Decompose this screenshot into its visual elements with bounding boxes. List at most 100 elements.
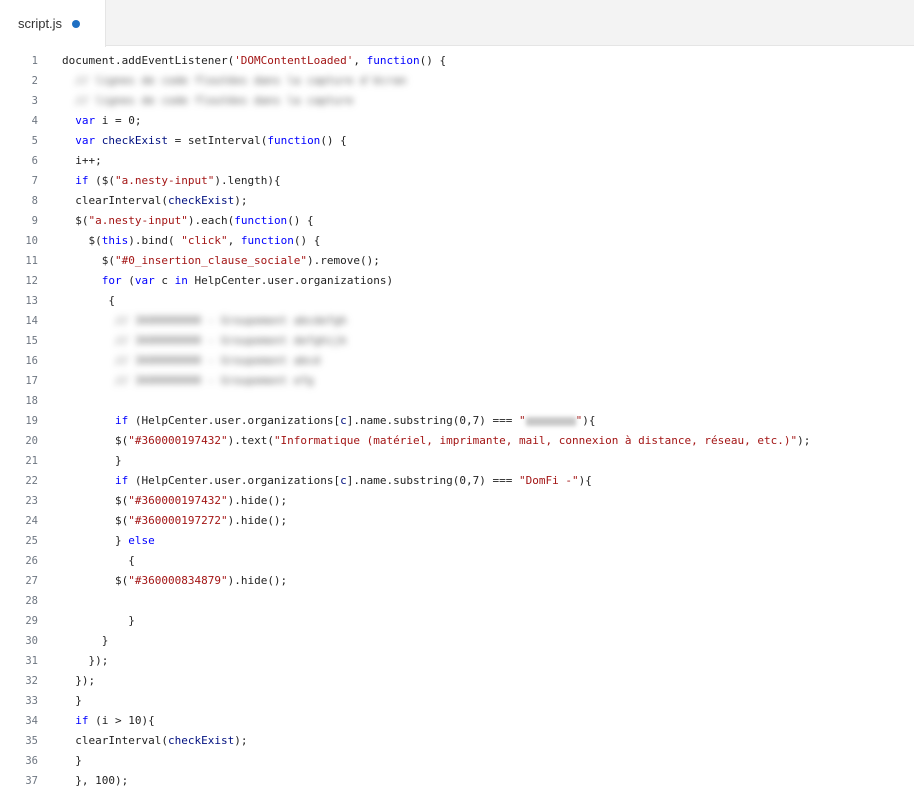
code-token: i = 0;	[95, 114, 142, 127]
code-text: i++;	[62, 151, 102, 171]
code-text: }	[62, 751, 82, 771]
code-token: function	[240, 234, 294, 247]
code-text: // lignes de code floutées dans la captu…	[62, 91, 353, 111]
line-number: 11	[25, 255, 38, 267]
line-number: 26	[25, 555, 38, 567]
code-text: // 3600000000 - Groupement defghijk	[62, 331, 347, 351]
code-line[interactable]: 22 if (HelpCenter.user.organizations[c].…	[0, 471, 914, 491]
code-line[interactable]: 21 }	[0, 451, 914, 471]
code-token: ].name.substring(0,7) ===	[346, 474, 519, 487]
code-token: $(	[62, 514, 129, 527]
line-number: 6	[31, 155, 38, 167]
code-line[interactable]: 17 // 3600000000 - Groupement efg	[0, 371, 914, 391]
code-line[interactable]: 13 {	[0, 291, 914, 311]
code-token: ).each(	[187, 214, 235, 227]
line-number: 22	[25, 475, 38, 487]
line-number: 28	[25, 595, 38, 607]
code-line[interactable]: 12 for (var c in HelpCenter.user.organiz…	[0, 271, 914, 291]
code-line[interactable]: 8 clearInterval(checkExist);	[0, 191, 914, 211]
code-token: "	[518, 414, 526, 427]
code-token: ).hide();	[227, 574, 288, 587]
code-token: ).remove();	[307, 254, 380, 267]
code-line[interactable]: 1 document.addEventListener('DOMContentLo…	[0, 51, 914, 71]
code-line[interactable]: 29 }	[0, 611, 914, 631]
code-line[interactable]: 16 // 3600000000 - Groupement abcd	[0, 351, 914, 371]
code-token: () {	[320, 134, 347, 147]
code-line[interactable]: 23 $("#360000197432").hide();	[0, 491, 914, 511]
code-line[interactable]: 15 // 3600000000 - Groupement defghijk	[0, 331, 914, 351]
code-text: $("a.nesty-input").each(function() {	[62, 211, 314, 231]
code-text: var checkExist = setInterval(function() …	[62, 131, 347, 151]
code-line[interactable]: 30 }	[0, 631, 914, 651]
code-text: }, 100);	[62, 771, 128, 791]
code-token: if	[114, 414, 129, 427]
code-text: $("#360000197432").hide();	[62, 491, 287, 511]
code-token: "#360000197432"	[128, 434, 228, 447]
code-line[interactable]: 3 // lignes de code floutées dans la cap…	[0, 91, 914, 111]
code-line[interactable]: 32 });	[0, 671, 914, 691]
code-line[interactable]: 20 $("#360000197432").text("Informatique…	[0, 431, 914, 451]
code-line[interactable]: 34 if (i > 10){	[0, 711, 914, 731]
code-line[interactable]: 18	[0, 391, 914, 411]
code-text: for (var c in HelpCenter.user.organizati…	[62, 271, 393, 291]
code-text: if (HelpCenter.user.organizations[c].nam…	[62, 411, 595, 431]
code-line[interactable]: 31 });	[0, 651, 914, 671]
code-text: $("#360000197432").text("Informatique (m…	[62, 431, 810, 451]
code-token: ).bind(	[128, 234, 182, 247]
code-token: for	[101, 274, 122, 287]
code-line[interactable]: 14 // 3600000000 - Groupement abcdefgh	[0, 311, 914, 331]
code-line[interactable]: 36 }	[0, 751, 914, 771]
code-token: () {	[287, 214, 314, 227]
code-line[interactable]: 37 }, 100);	[0, 771, 914, 791]
code-line[interactable]: 26 {	[0, 551, 914, 571]
code-line[interactable]: 28	[0, 591, 914, 611]
code-text: }	[62, 691, 82, 711]
code-line[interactable]: 4 var i = 0;	[0, 111, 914, 131]
code-text: clearInterval(checkExist);	[62, 191, 247, 211]
code-token: function	[267, 134, 321, 147]
code-editor[interactable]: 1 document.addEventListener('DOMContentLo…	[0, 51, 914, 794]
code-line[interactable]: 27 $("#360000834879").hide();	[0, 571, 914, 591]
line-number: 21	[25, 455, 38, 467]
code-token: var	[75, 114, 96, 127]
code-line[interactable]: 11 $("#0_insertion_clause_sociale").remo…	[0, 251, 914, 271]
code-token: );	[234, 194, 248, 207]
code-line[interactable]: 7 if ($("a.nesty-input").length){	[0, 171, 914, 191]
code-token: (	[121, 274, 135, 287]
code-token: var	[134, 274, 155, 287]
code-token: checkExist	[167, 734, 235, 747]
code-token: "DomFi -"	[518, 474, 579, 487]
code-text: $(this).bind( "click", function() {	[62, 231, 320, 251]
line-number: 37	[25, 775, 38, 787]
code-line[interactable]: 35 clearInterval(checkExist);	[0, 731, 914, 751]
code-line[interactable]: 25 } else	[0, 531, 914, 551]
code-token: ,	[353, 54, 367, 67]
code-line[interactable]: 6 i++;	[0, 151, 914, 171]
code-line[interactable]: 2 // lignes de code floutées dans la cap…	[0, 71, 914, 91]
code-token: document.addEventListener(	[62, 54, 235, 67]
code-text: if (HelpCenter.user.organizations[c].nam…	[62, 471, 592, 491]
code-token: );	[234, 734, 248, 747]
code-line[interactable]: 33 }	[0, 691, 914, 711]
code-token: }	[62, 754, 82, 767]
line-number: 4	[31, 115, 38, 127]
line-number: 29	[25, 615, 38, 627]
code-line[interactable]: 10 $(this).bind( "click", function() {	[0, 231, 914, 251]
line-number: 8	[31, 195, 38, 207]
code-token: (HelpCenter.user.organizations[	[128, 414, 341, 427]
line-number: 23	[25, 495, 38, 507]
code-token: () {	[419, 54, 447, 67]
code-line[interactable]: 9 $("a.nesty-input").each(function() {	[0, 211, 914, 231]
code-line[interactable]: 19 if (HelpCenter.user.organizations[c].…	[0, 411, 914, 431]
code-line[interactable]: 5 var checkExist = setInterval(function(…	[0, 131, 914, 151]
line-number: 15	[25, 335, 38, 347]
tab-script-js[interactable]: script.js	[0, 0, 106, 47]
line-number: 7	[31, 175, 38, 187]
line-number: 36	[25, 755, 38, 767]
line-number: 18	[25, 395, 38, 407]
code-line[interactable]: 24 $("#360000197272").hide();	[0, 511, 914, 531]
line-number: 1	[31, 55, 38, 67]
line-number: 12	[25, 275, 38, 287]
